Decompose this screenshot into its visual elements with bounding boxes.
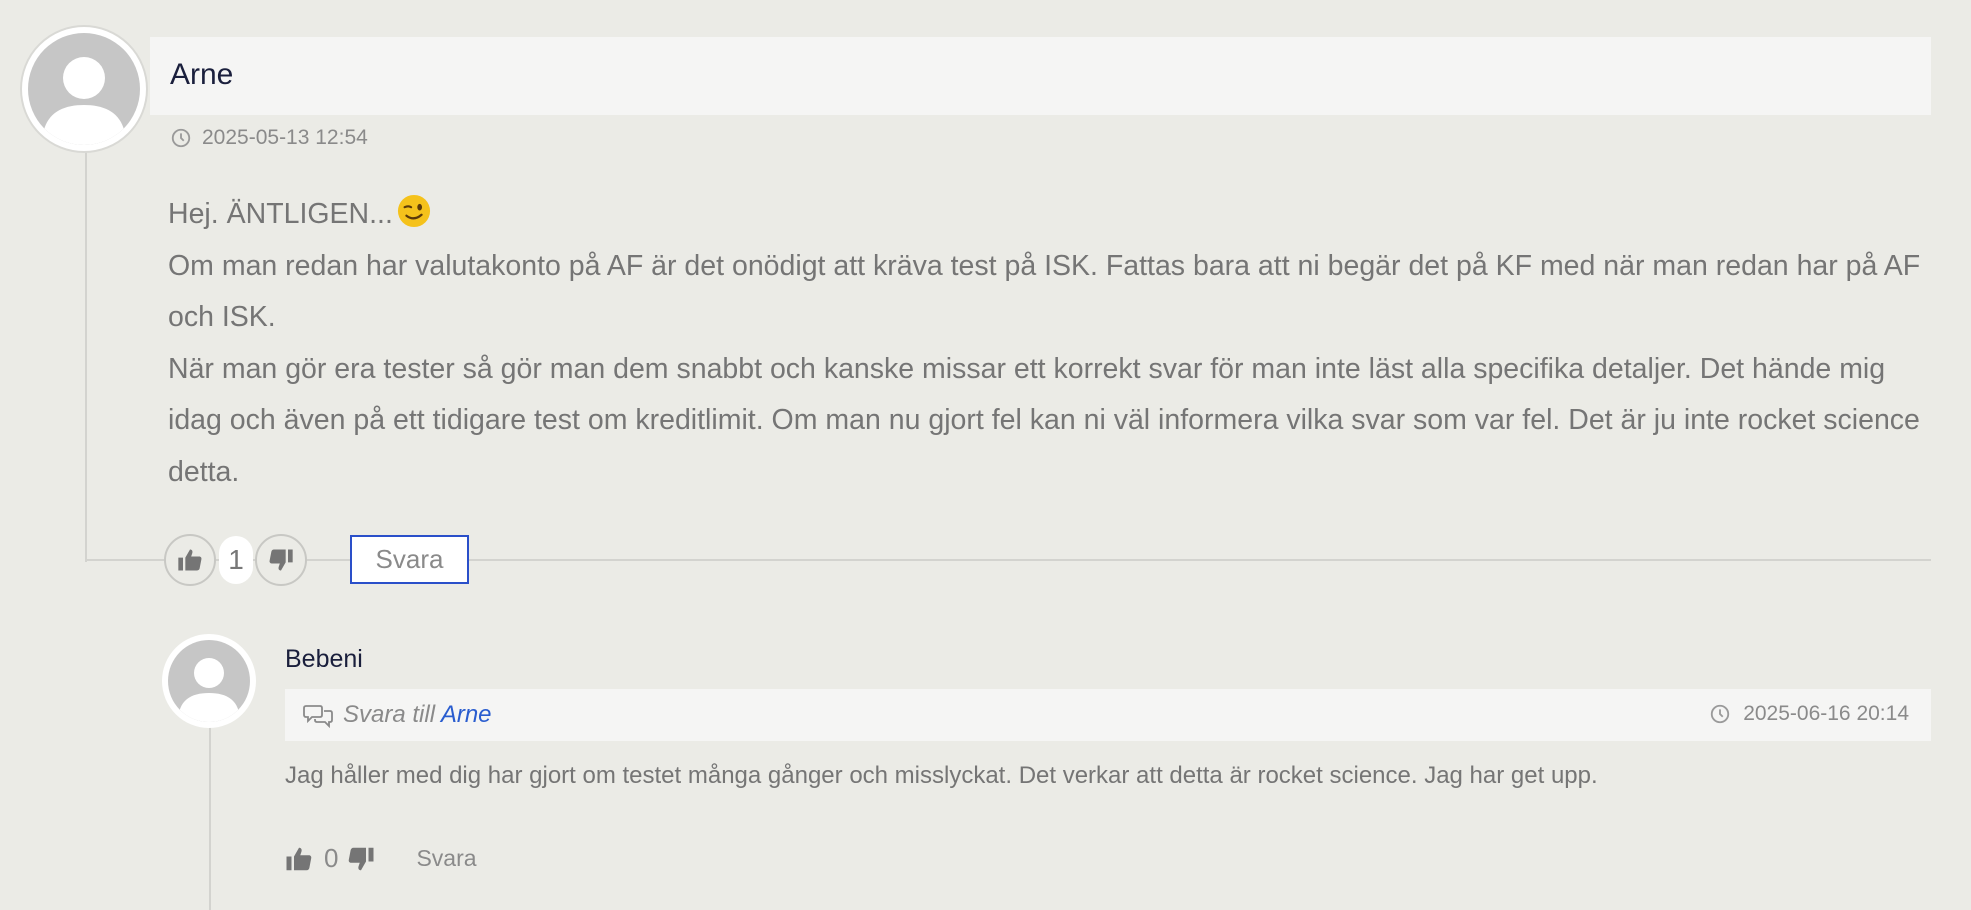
reply-body: Jag håller med dig har gjort om testet m… — [285, 762, 1598, 789]
thumbs-down-icon[interactable] — [346, 844, 376, 874]
winking-face-icon — [397, 194, 430, 228]
thumbs-up-icon — [178, 549, 202, 571]
default-user-icon — [42, 57, 126, 145]
thread-line — [85, 150, 87, 562]
reply-button[interactable]: Svara — [416, 845, 476, 872]
comment-paragraph: Om man redan har valutakonto på AF är de… — [168, 249, 1921, 334]
reply-author[interactable]: Bebeni — [285, 645, 363, 674]
comment-text: Hej. ÄNTLIGEN... — [168, 198, 393, 230]
reply-to-link[interactable]: Arne — [441, 701, 492, 728]
reply-timestamp: 2025-06-16 20:14 — [1709, 702, 1909, 726]
downvote-button[interactable] — [255, 534, 307, 586]
vote-count: 0 — [324, 843, 339, 873]
reply-meta-bar — [285, 689, 1931, 741]
vote-count: 1 — [219, 536, 253, 584]
comment-timestamp-text: 2025-05-13 12:54 — [202, 126, 368, 149]
avatar — [162, 634, 256, 728]
reply-button[interactable]: Svara — [350, 535, 469, 584]
clock-icon — [1711, 704, 1730, 724]
thumbs-down-icon — [269, 549, 293, 571]
comment-header-bar — [150, 37, 1931, 115]
reply-actions: 0 Svara — [284, 843, 477, 874]
reply-timestamp-text: 2025-06-16 20:14 — [1743, 702, 1909, 725]
comment-timestamp: 2025-05-13 12:54 — [170, 126, 368, 150]
clock-icon — [171, 128, 191, 148]
comments-icon — [303, 705, 333, 728]
thread-line — [209, 726, 211, 910]
comment-paragraph: Hej. ÄNTLIGEN... — [168, 189, 1928, 241]
upvote-button[interactable] — [164, 534, 216, 586]
comment-author[interactable]: Arne — [170, 58, 233, 92]
thumbs-up-icon[interactable] — [284, 844, 314, 874]
comment-body: Hej. ÄNTLIGEN... Om man redan har valuta… — [168, 189, 1928, 498]
avatar — [20, 25, 148, 153]
default-user-icon — [178, 658, 240, 722]
reply-to: Svara till Arne — [303, 701, 492, 729]
comment-paragraph: När man gör era tester så gör man dem sn… — [168, 352, 1920, 488]
reply-to-prefix: Svara till — [343, 701, 436, 728]
